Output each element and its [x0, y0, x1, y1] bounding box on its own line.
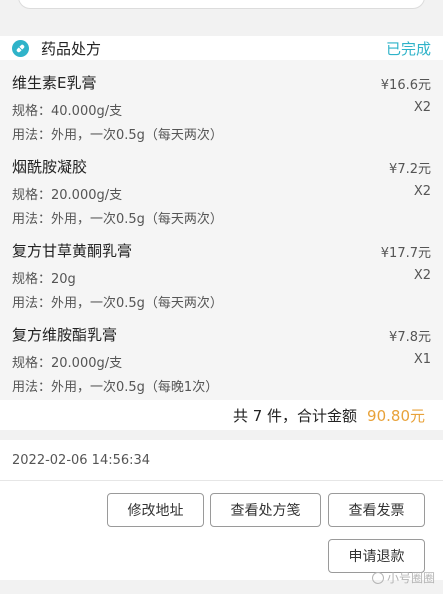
drug-item: 复方甘草黄酮乳膏 ¥17.7元 规格：20g X2 用法：外用，一次0.5g（每… — [0, 230, 443, 314]
drug-price: ¥7.8元 — [389, 330, 431, 345]
modify-address-button[interactable]: 修改地址 — [107, 493, 204, 527]
drug-usage: 用法：外用，一次0.5g（每天两次） — [12, 212, 223, 227]
drug-name: 烟酰胺凝胶 — [12, 158, 88, 176]
watermark-text: 小号圈圈 — [386, 571, 435, 585]
drug-quantity: X1 — [413, 352, 431, 367]
drug-name: 维生素E乳膏 — [12, 74, 97, 92]
drug-spec: 规格：20.000g/支 — [12, 356, 123, 371]
drug-spec: 规格：20.000g/支 — [12, 188, 123, 203]
section-header: 药品处方 已完成 — [0, 36, 443, 60]
drug-item: 烟酰胺凝胶 ¥7.2元 规格：20.000g/支 X2 用法：外用，一次0.5g… — [0, 146, 443, 230]
order-datetime-row: 2022-02-06 14:56:34 — [0, 440, 443, 481]
drug-spec: 规格：20g — [12, 272, 76, 287]
drug-quantity: X2 — [413, 184, 431, 199]
drug-usage: 用法：外用，一次0.5g（每天两次） — [12, 128, 223, 143]
prescription-section: 药品处方 已完成 维生素E乳膏 ¥16.6元 规格：40.000g/支 X2 用… — [0, 36, 443, 589]
drug-price: ¥17.7元 — [380, 246, 431, 261]
drug-item: 维生素E乳膏 ¥16.6元 规格：40.000g/支 X2 用法：外用，一次0.… — [0, 62, 443, 146]
total-amount: 90.80元 — [367, 406, 425, 425]
drug-spec: 规格：40.000g/支 — [12, 104, 123, 119]
previous-card-edge — [18, 0, 425, 9]
order-totals: 共 7 件，合计金额 90.80元 — [0, 400, 443, 430]
order-status: 已完成 — [385, 39, 431, 58]
drug-name: 复方甘草黄酮乳膏 — [12, 242, 133, 260]
view-prescription-button[interactable]: 查看处方笺 — [210, 493, 321, 527]
drug-price: ¥16.6元 — [380, 78, 431, 93]
order-datetime: 2022-02-06 14:56:34 — [12, 452, 151, 468]
drug-item: 复方维胺酯乳膏 ¥7.8元 规格：20.000g/支 X1 用法：外用，一次0.… — [0, 314, 443, 398]
drug-quantity: X2 — [413, 268, 431, 283]
divider-gap — [0, 430, 443, 440]
drug-name: 复方维胺酯乳膏 — [12, 326, 118, 344]
view-invoice-button[interactable]: 查看发票 — [328, 493, 425, 527]
watermark: 小号圈圈 — [371, 569, 435, 586]
drug-price: ¥7.2元 — [389, 162, 431, 177]
pill-icon — [12, 39, 29, 57]
drug-usage: 用法：外用，一次0.5g（每晚1次） — [12, 380, 219, 395]
request-refund-button[interactable]: 申请退款 — [328, 539, 425, 573]
drug-list: 维生素E乳膏 ¥16.6元 规格：40.000g/支 X2 用法：外用，一次0.… — [0, 60, 443, 400]
section-title: 药品处方 — [41, 39, 102, 58]
drug-usage: 用法：外用，一次0.5g（每天两次） — [12, 296, 223, 311]
drug-quantity: X2 — [413, 100, 431, 115]
watermark-icon — [371, 571, 384, 584]
totals-label: 共 7 件，合计金额 — [232, 406, 358, 425]
